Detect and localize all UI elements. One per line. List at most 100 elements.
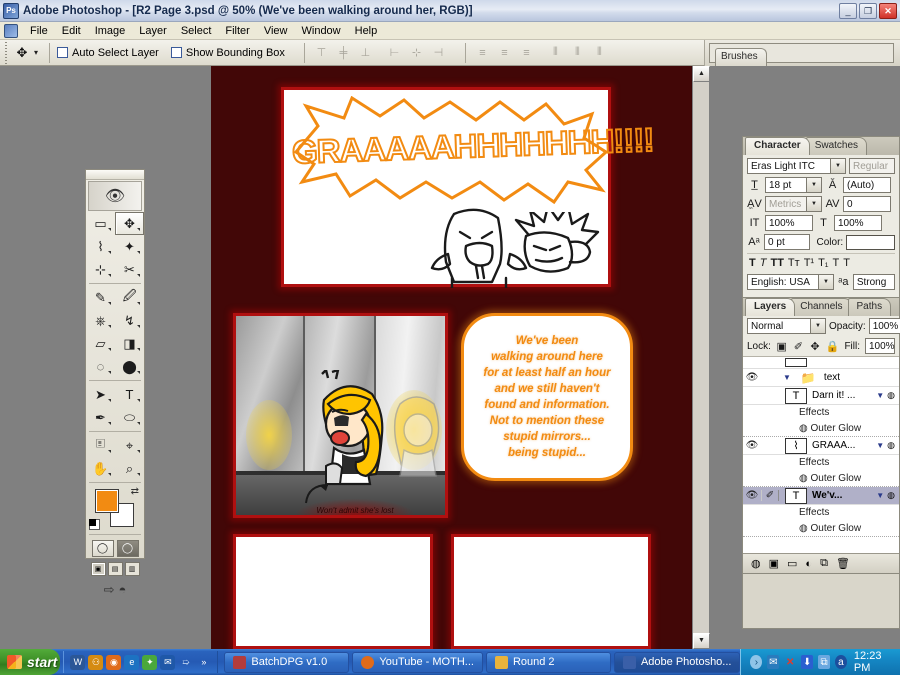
tab-paths[interactable]: Paths [847,298,892,316]
menu-select[interactable]: Select [174,23,219,39]
tracking-value[interactable]: 0 [843,196,891,212]
add-layer-mask-icon[interactable]: ▣ [769,557,779,570]
scroll-up-arrow-icon[interactable]: ▲ [693,66,710,82]
type-tool-icon[interactable]: T [115,383,144,406]
subscript-icon[interactable]: T₁ [818,257,828,269]
layer-name[interactable]: text [824,372,899,383]
ellipse-shape-tool-icon[interactable]: ⬭ [115,406,144,429]
menu-image[interactable]: Image [88,23,133,39]
layer-thumbnail[interactable] [785,358,807,367]
baseline-shift-value[interactable]: 0 pt [764,234,810,250]
font-size-dropdown[interactable]: 18 pt ▼ [765,177,822,193]
align-right-edges-icon[interactable]: ⊣ [429,44,448,62]
notes-tool-icon[interactable]: 🗉 [86,434,115,457]
checkbox-box[interactable] [57,47,69,58]
font-family-dropdown[interactable]: Eras Light ITC ▼ [747,158,846,174]
restore-button[interactable]: ❐ [859,2,877,19]
comic-panel-shout[interactable]: GRAAAAAHHHHHHH!!!! [281,87,655,288]
full-screen-with-menubar-icon[interactable]: ▤ [107,562,123,576]
chevron-down-icon[interactable]: ▼ [831,158,846,174]
anti-alias-value[interactable]: Strong [852,274,895,290]
lock-image-pixels-icon[interactable]: ✐ [793,340,805,353]
comic-panel-speech[interactable]: We've been walking around here for at le… [461,313,633,488]
taskbar-item-batchdpg[interactable]: BatchDPG v1.0 [224,651,350,673]
table-row[interactable]: 👁 ✐ T We'v... ▼ ◍ [743,487,899,505]
effect-outer-glow[interactable]: ◍ Outer Glow [743,471,899,487]
pen-tool-icon[interactable]: ✒ [86,406,115,429]
toolbox-drag-handle[interactable] [86,170,144,180]
taskbar-clock[interactable]: 12:23 PM [854,650,894,674]
blend-mode-value[interactable]: Normal [747,318,811,334]
distribute-bottom-edges-icon[interactable]: ≡ [517,44,536,62]
document-canvas[interactable]: GRAAAAAHHHHHHH!!!! Won't admit she's los… [211,66,691,649]
table-row[interactable]: 👁 ▼ 📁 text [743,369,899,387]
rectangular-marquee-tool-icon[interactable]: ▭ [86,212,115,235]
jump-to-imageready-icon[interactable]: ⇨ [104,582,115,598]
palette-well-tab-brushes[interactable]: Brushes [715,48,767,66]
layer-visibility-icon[interactable]: 👁 [743,372,761,383]
font-family-value[interactable]: Eras Light ITC [747,158,831,174]
eyedropper-tool-icon[interactable]: ⌖ [115,434,144,457]
blend-mode-dropdown[interactable]: Normal ▼ [747,318,826,334]
gradient-tool-icon[interactable]: ◨ [115,332,144,355]
font-style-value[interactable]: Regular [849,158,895,174]
tool-preset-chevron-down-icon[interactable]: ▾ [34,48,38,57]
layer-name[interactable]: Darn it! ... [812,390,876,401]
menu-file[interactable]: File [23,23,55,39]
lasso-tool-icon[interactable]: ⌇ [86,235,115,258]
group-expand-chevron-down-icon[interactable]: ▼ [783,373,791,382]
lock-transparent-pixels-icon[interactable]: ▣ [776,340,788,353]
distribute-vertical-centers-icon[interactable]: ≡ [495,44,514,62]
history-brush-tool-icon[interactable]: ↯ [115,309,144,332]
table-row[interactable]: 👁 ⌇ GRAAA... ▼ ◍ [743,437,899,455]
table-row[interactable] [743,357,899,369]
tray-close-red-icon[interactable]: ✕ [784,655,796,669]
distribute-right-edges-icon[interactable]: ⦀ [590,44,609,62]
language-value[interactable]: English: USA [747,274,819,290]
brush-tool-icon[interactable]: 🖉 [115,286,144,309]
layers-list[interactable]: 👁 ▼ 📁 text T Darn it! ... ▼ ◍ Effects ◍ … [743,357,899,553]
tab-swatches[interactable]: Swatches [805,137,868,155]
menu-window[interactable]: Window [295,23,348,39]
align-vertical-centers-icon[interactable]: ╪ [334,44,353,62]
ql-internet-explorer-icon[interactable]: e [124,654,140,670]
eraser-tool-icon[interactable]: ▱ [86,332,115,355]
delete-layer-icon[interactable]: 🗑 [836,557,850,570]
text-color-swatch[interactable] [846,234,895,250]
shape-layer-icon[interactable]: ⌇ [785,437,807,454]
fx-expand-chevron-down-icon[interactable]: ▼ [876,391,884,400]
chevron-down-icon[interactable]: ▼ [807,196,822,212]
font-size-value[interactable]: 18 pt [765,177,807,193]
ql-show-desktop-icon[interactable]: ➯ [178,655,193,670]
comic-panel-mirror[interactable]: Won't admit she's lost [233,313,448,518]
menu-layer[interactable]: Layer [132,23,174,39]
checkbox-box[interactable] [170,47,182,58]
fx-expand-chevron-down-icon[interactable]: ▼ [876,491,884,500]
default-colors-icon[interactable] [89,519,100,530]
distribute-left-edges-icon[interactable]: ⦀ [546,44,565,62]
tray-update-icon[interactable]: ⬇ [801,655,814,669]
options-bar-grip[interactable] [2,41,10,64]
lock-position-icon[interactable]: ✥ [809,340,821,353]
auto-select-layer-checkbox[interactable]: Auto Select Layer [57,47,159,59]
layer-style-icon[interactable]: ◍ [887,490,895,501]
distribute-horizontal-centers-icon[interactable]: ⦀ [568,44,587,62]
ql-firefox-icon[interactable]: ◉ [106,654,122,670]
layer-name[interactable]: GRAAA... [812,440,876,451]
table-row[interactable]: T Darn it! ... ▼ ◍ [743,387,899,405]
ql-word-icon[interactable]: W [70,654,86,670]
type-layer-icon[interactable]: T [785,487,807,504]
swap-colors-icon[interactable]: ⇄ [131,486,139,497]
blur-tool-icon[interactable]: ◌ [86,355,115,378]
tray-expand-icon[interactable]: › [750,655,763,669]
layer-style-icon[interactable]: ◍ [887,440,895,451]
clone-stamp-tool-icon[interactable]: ⎈ [86,309,115,332]
menu-edit[interactable]: Edit [55,23,88,39]
underline-icon[interactable]: T [833,257,840,269]
layer-visibility-icon[interactable]: 👁 [743,490,761,501]
tray-network-icon[interactable]: ⧉ [818,655,830,669]
crop-tool-icon[interactable]: ⊹ [86,258,115,281]
standard-screen-mode-icon[interactable]: ▣ [90,562,106,576]
folder-icon[interactable]: 📁 [797,370,819,386]
layer-name[interactable]: We'v... [812,490,876,501]
